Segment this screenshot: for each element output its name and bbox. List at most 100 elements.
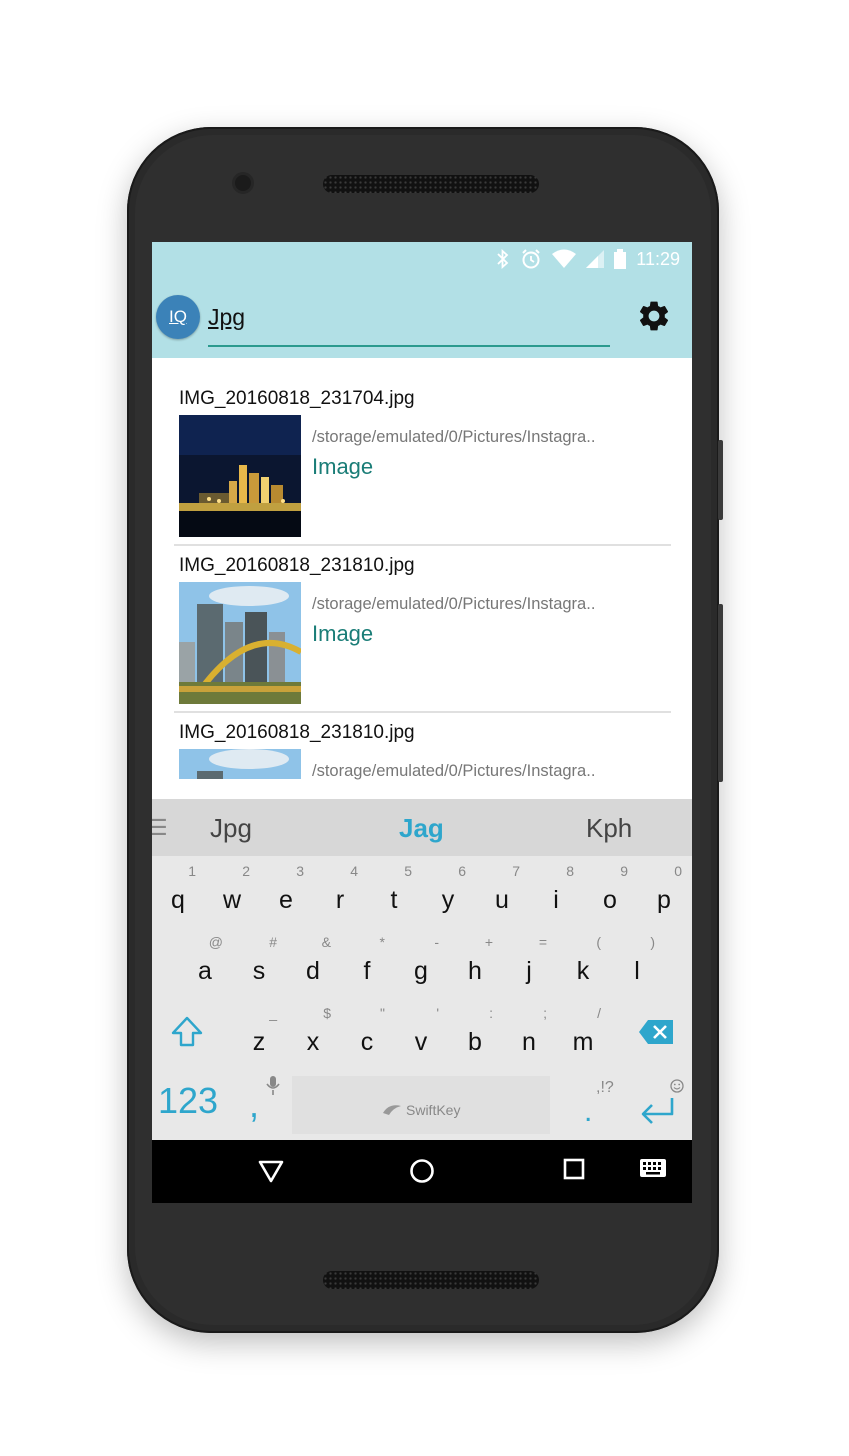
night-city-thumbnail <box>179 415 301 537</box>
key-y[interactable]: 6y <box>422 859 474 921</box>
key-label: s <box>252 957 266 985</box>
signal-icon <box>586 250 605 268</box>
emoji-icon <box>670 1079 684 1093</box>
top-speaker-grille <box>323 175 539 193</box>
key-secondary-label: 9 <box>620 863 628 879</box>
key-w[interactable]: 2w <box>206 859 258 921</box>
key-secondary-label: 7 <box>512 863 520 879</box>
key-secondary-label: / <box>597 1005 601 1021</box>
key-secondary-label: $ <box>323 1005 331 1021</box>
key-o[interactable]: 9o <box>584 859 636 921</box>
key-secondary-label: 5 <box>404 863 412 879</box>
spacebar-brand: SwiftKey <box>406 1102 461 1118</box>
key-secondary-label: + <box>484 934 493 950</box>
key-label: j <box>526 957 532 985</box>
period-key[interactable]: . <box>584 1095 592 1129</box>
shift-icon[interactable] <box>170 1015 204 1049</box>
key-n[interactable]: ; n <box>503 1001 555 1063</box>
key-secondary-label: 6 <box>458 863 466 879</box>
key-secondary-label: ) <box>650 934 655 950</box>
search-input[interactable] <box>208 300 608 334</box>
key-s[interactable]: # s <box>233 930 285 992</box>
key-f[interactable]: * f <box>341 930 393 992</box>
bluetooth-icon <box>497 249 509 269</box>
day-city-thumbnail <box>179 749 301 779</box>
key-z[interactable]: _ z <box>233 1001 285 1063</box>
key-i[interactable]: 8i <box>530 859 582 921</box>
period-sub-label: ,!? <box>596 1079 614 1096</box>
key-a[interactable]: @ a <box>179 930 231 992</box>
key-e[interactable]: 3e <box>260 859 312 921</box>
key-label: i <box>553 886 559 914</box>
screen: 11:29 IQ IMG_20160818_231704.jpg <box>152 242 692 1203</box>
numbers-key[interactable]: 123 <box>158 1080 218 1122</box>
comma-key[interactable]: , <box>249 1084 259 1126</box>
key-j[interactable]: = j <box>503 930 555 992</box>
key-q[interactable]: 1q <box>152 859 204 921</box>
key-label: k <box>576 957 590 985</box>
enter-icon[interactable] <box>639 1096 675 1126</box>
keyboard-switch-icon[interactable] <box>639 1158 667 1180</box>
suggestion-left[interactable]: Jpg <box>210 813 252 844</box>
list-item[interactable]: IMG_20160818_231810.jpg /storage/emulate… <box>174 555 671 705</box>
key-label: w <box>222 886 242 914</box>
suggestion-middle[interactable]: Jag <box>399 813 444 844</box>
key-d[interactable]: & d <box>287 930 339 992</box>
key-label: d <box>306 957 320 985</box>
gear-icon[interactable] <box>636 298 672 334</box>
list-item[interactable]: IMG_20160818_231810.jpg /storage/emulate… <box>174 722 671 800</box>
key-x[interactable]: $ x <box>287 1001 339 1063</box>
key-secondary-label: # <box>269 934 277 950</box>
key-c[interactable]: " c <box>341 1001 393 1063</box>
volume-rocker <box>718 604 723 782</box>
key-b[interactable]: :b <box>449 1001 501 1063</box>
result-filename: IMG_20160818_231704.jpg <box>179 388 415 409</box>
key-label: z <box>252 1028 266 1056</box>
key-u[interactable]: 7u <box>476 859 528 921</box>
result-filename: IMG_20160818_231810.jpg <box>179 555 415 576</box>
microphone-icon <box>266 1076 280 1095</box>
status-bar: 11:29 <box>496 242 692 276</box>
key-label: c <box>360 1028 374 1056</box>
app-bar: 11:29 IQ <box>152 242 692 358</box>
backspace-icon[interactable] <box>638 1019 674 1045</box>
app-logo[interactable]: IQ <box>156 295 200 339</box>
key-t[interactable]: 5t <box>368 859 420 921</box>
swiftkey-logo-icon <box>383 1105 401 1115</box>
key-h[interactable]: + h <box>449 930 501 992</box>
key-label: u <box>495 886 509 914</box>
suggestion-bar: ☰ Jpg Jag Kph <box>152 799 692 856</box>
home-icon[interactable] <box>409 1158 435 1184</box>
result-path: /storage/emulated/0/Pictures/Instagra.. <box>312 595 596 613</box>
menu-icon[interactable]: ☰ <box>152 815 168 841</box>
key-label: t <box>390 886 398 914</box>
divider <box>174 544 671 546</box>
key-secondary-label: : <box>489 1005 493 1021</box>
key-v[interactable]: ' v <box>395 1001 447 1063</box>
key-k[interactable]: (k <box>557 930 609 992</box>
key-label: h <box>468 957 482 985</box>
key-secondary-label: 0 <box>674 863 682 879</box>
key-secondary-label: = <box>538 934 547 950</box>
recents-icon[interactable] <box>563 1158 585 1180</box>
key-label: r <box>335 886 345 914</box>
key-r[interactable]: 4r <box>314 859 366 921</box>
key-secondary-label: ( <box>596 934 601 950</box>
suggestion-right[interactable]: Kph <box>586 813 632 844</box>
key-secondary-label: _ <box>269 1005 277 1021</box>
results-list[interactable]: IMG_20160818_231704.jpg /storage/emulate… <box>152 358 692 800</box>
key-l[interactable]: ) l <box>611 930 663 992</box>
front-camera <box>235 175 251 191</box>
key-label: y <box>441 886 455 914</box>
key-m[interactable]: / m <box>557 1001 609 1063</box>
list-item[interactable]: IMG_20160818_231704.jpg /storage/emulate… <box>174 388 671 538</box>
key-label: b <box>468 1028 482 1056</box>
back-icon[interactable] <box>258 1158 284 1184</box>
key-secondary-label: 4 <box>350 863 358 879</box>
alarm-icon <box>522 249 540 269</box>
result-path: /storage/emulated/0/Pictures/Instagra.. <box>312 762 596 780</box>
key-p[interactable]: 0p <box>638 859 690 921</box>
key-g[interactable]: -g <box>395 930 447 992</box>
divider <box>174 711 671 713</box>
search-underline <box>208 345 610 347</box>
